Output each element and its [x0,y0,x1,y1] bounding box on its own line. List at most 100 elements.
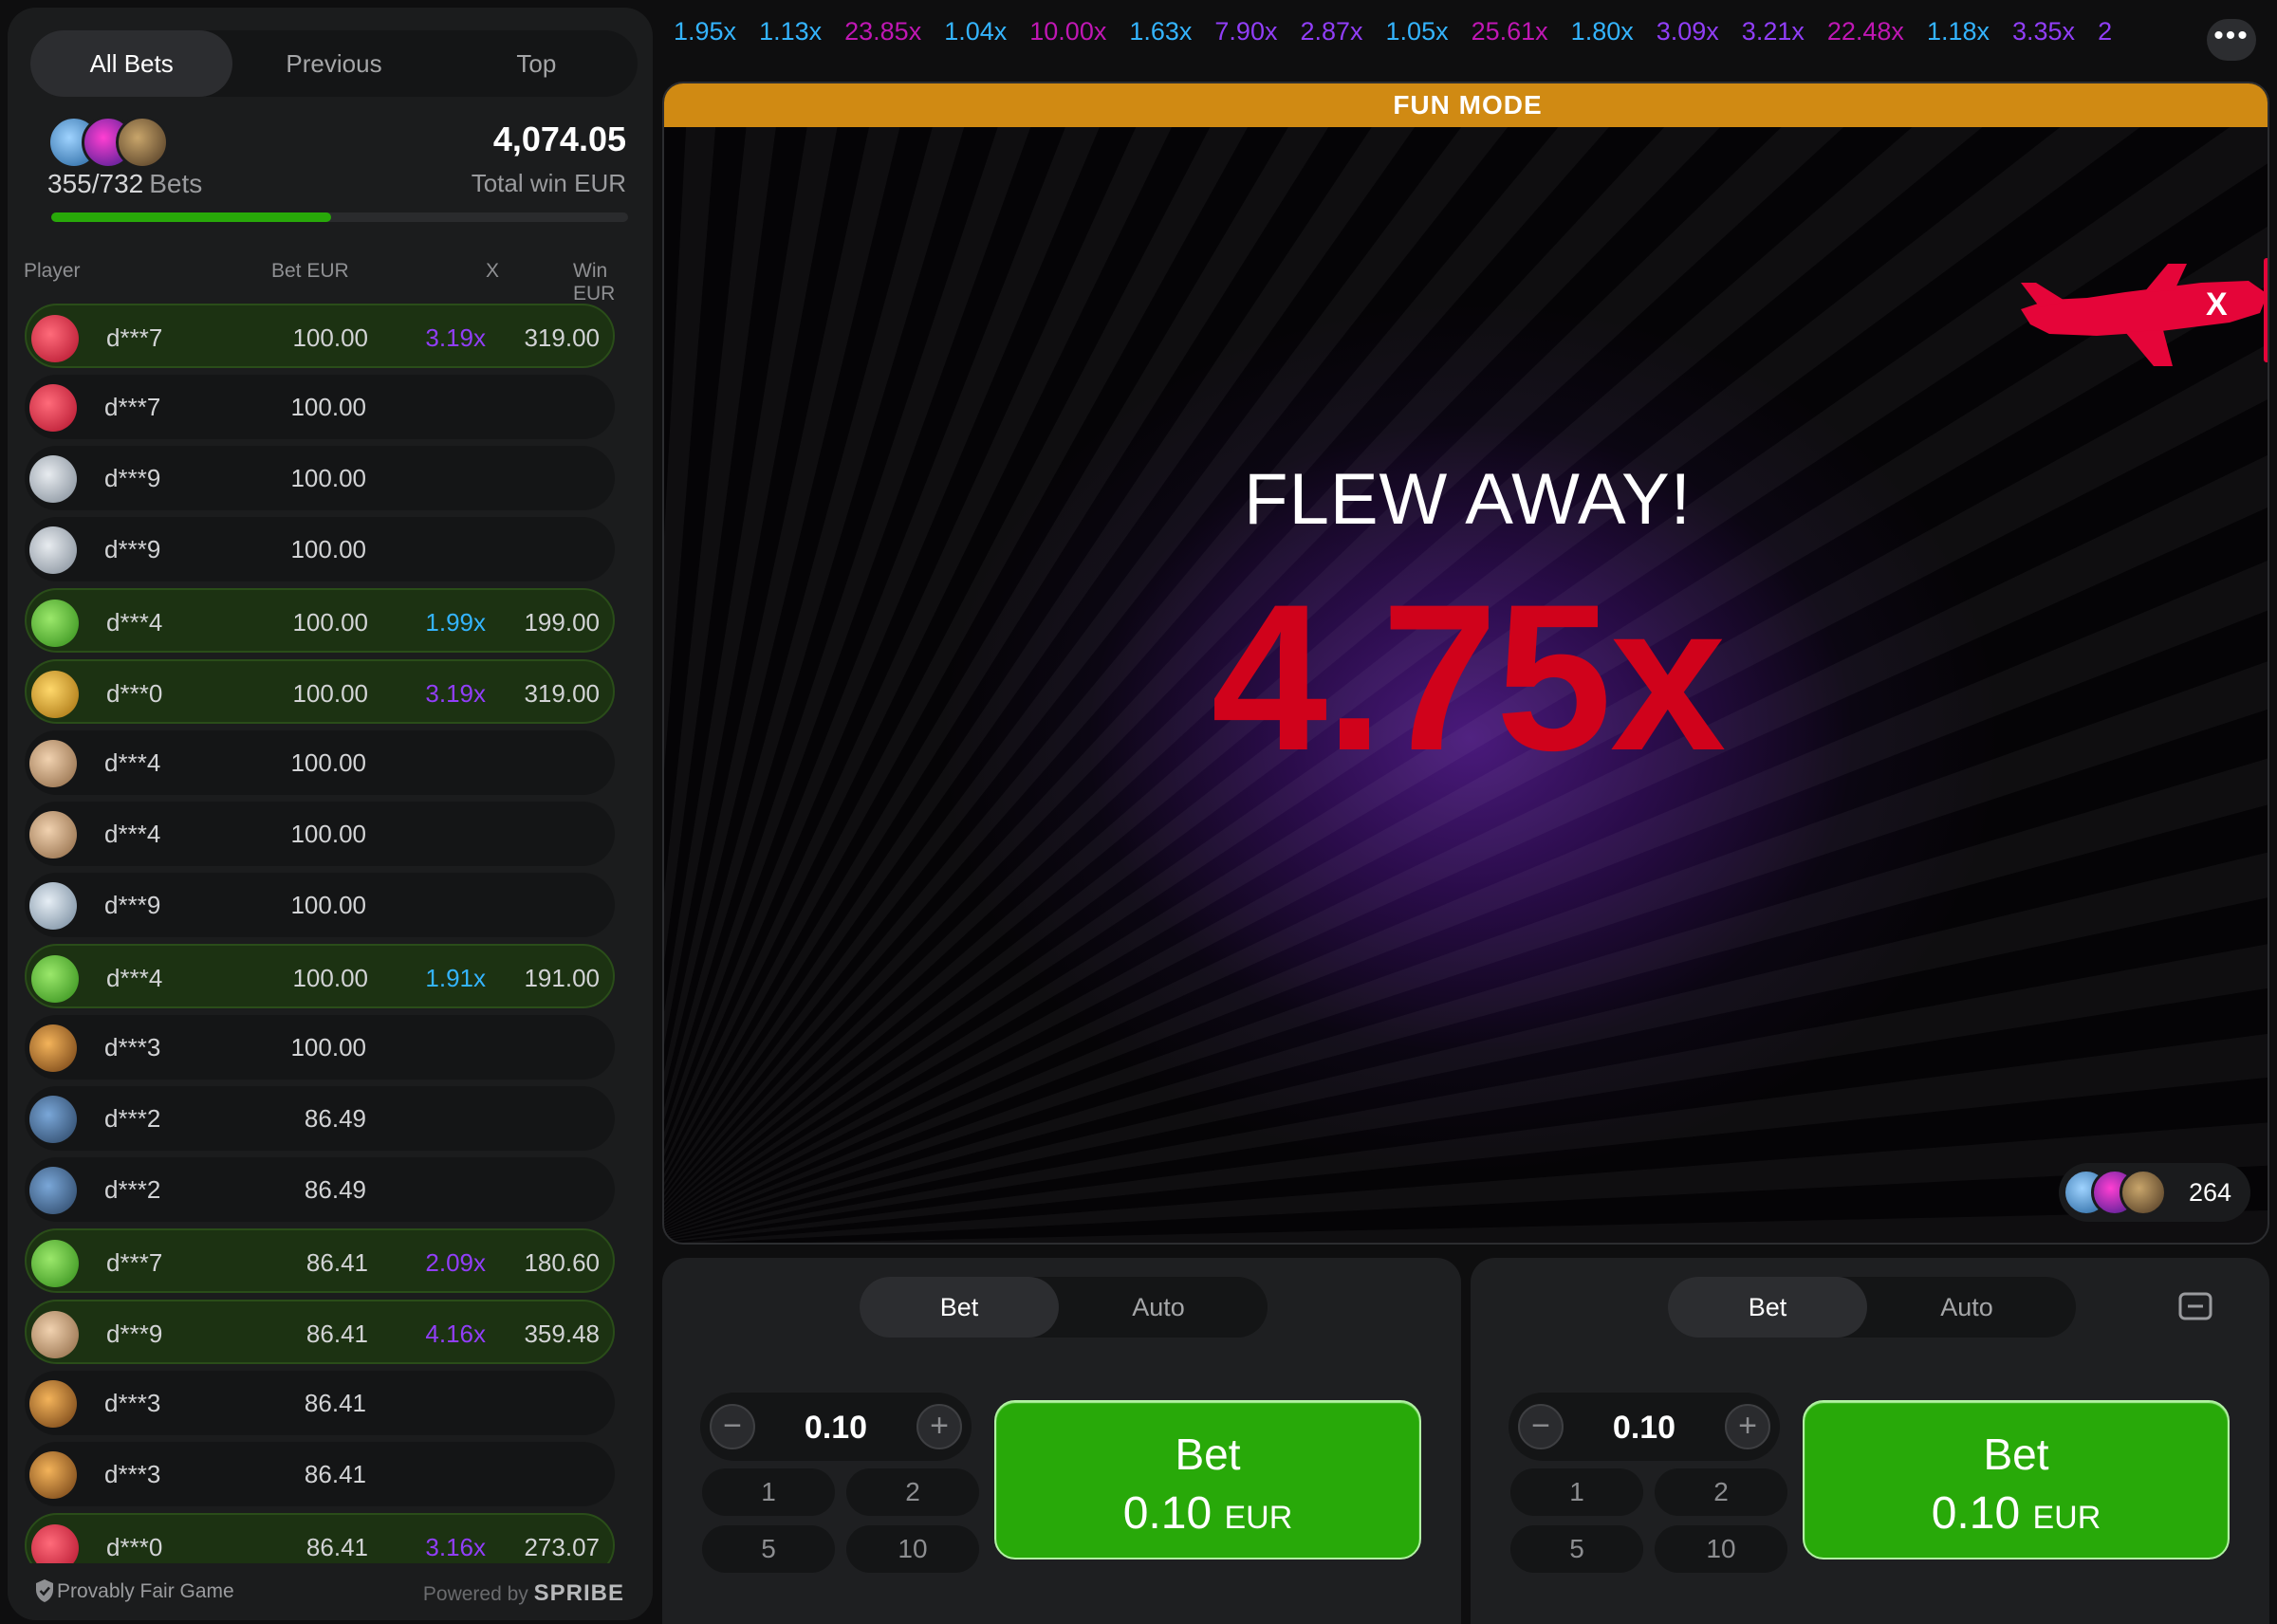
cashout-multiplier: 1.99x [425,608,486,637]
bet-amount: 86.41 [305,1533,368,1561]
spribe-logo: SPRIBE [533,1580,624,1606]
tab-auto[interactable]: Auto [1059,1277,1258,1338]
bets-table-header: Player Bet EUR X Win EUR [15,260,653,304]
player-name: d***7 [106,1248,163,1277]
quick-amount-10[interactable]: 10 [846,1525,979,1573]
bet-amount: 100.00 [290,535,366,563]
bet-amount: 100.00 [292,323,368,352]
history-multiplier[interactable]: 1.04x [944,17,1007,46]
bet-button-amount: 0.10 EUR [996,1487,1419,1540]
quick-amount-5[interactable]: 5 [702,1525,835,1573]
svg-text:X: X [2206,286,2228,323]
avatar [29,811,77,858]
bet-button-label: Bet [1983,1430,2049,1479]
quick-amount-1[interactable]: 1 [702,1468,835,1516]
history-multiplier[interactable]: 3.09x [1657,17,1719,46]
player-name: d***4 [104,820,161,848]
quick-amount-5[interactable]: 5 [1510,1525,1643,1573]
history-multiplier[interactable]: 25.61x [1472,17,1548,46]
tab-bet[interactable]: Bet [1668,1277,1867,1338]
tab-auto[interactable]: Auto [1867,1277,2066,1338]
cashout-multiplier: 2.09x [425,1248,486,1277]
bet-amount: 86.41 [304,1389,366,1417]
bets-count: 355/732 Bets [47,169,202,199]
bet-amount: 100.00 [292,964,368,992]
history-multiplier[interactable]: 1.13x [759,17,822,46]
player-name: d***9 [104,535,161,563]
avatar [31,315,79,362]
shield-icon [36,1579,53,1602]
win-amount: 319.00 [524,679,600,708]
player-name: d***9 [104,891,161,919]
tab-top[interactable]: Top [435,30,638,97]
history-multiplier[interactable]: 1.95x [674,17,736,46]
place-bet-button[interactable]: Bet 0.10 EUR [994,1400,1421,1559]
bet-amount: 86.49 [304,1175,366,1204]
place-bet-button[interactable]: Bet 0.10 EUR [1803,1400,2230,1559]
history-multiplier[interactable]: 2 [2098,17,2112,46]
bet-amount: 100.00 [290,820,366,848]
decrease-bet-button[interactable]: − [710,1404,755,1449]
bets-progress-bar [51,212,628,222]
online-count: 264 [2188,1178,2231,1207]
remove-panel-icon[interactable] [2173,1292,2218,1324]
bets-tabs: All Bets Previous Top [30,30,638,97]
win-amount: 319.00 [524,323,600,352]
quick-amount-1[interactable]: 1 [1510,1468,1643,1516]
tab-previous[interactable]: Previous [232,30,435,97]
table-row: d***2 86.49 [25,1157,615,1222]
player-name: d***0 [106,679,163,708]
avatar [29,740,77,787]
player-name: d***0 [106,1533,163,1561]
bet-amount: 86.41 [305,1320,368,1348]
table-row: d***3 86.41 [25,1371,615,1435]
history-multiplier[interactable]: 1.18x [1927,17,1990,46]
fun-mode-banner: FUN MODE [664,83,2268,127]
history-multiplier[interactable]: 3.35x [2012,17,2075,46]
history-multiplier[interactable]: 1.63x [1129,17,1192,46]
player-name: d***9 [106,1320,163,1348]
table-row: d***7 100.00 [25,375,615,439]
provably-fair-link[interactable]: Provably Fair Game [57,1580,234,1603]
history-multiplier[interactable]: 2.87x [1300,17,1362,46]
tab-bet[interactable]: Bet [860,1277,1059,1338]
bet-amount-input[interactable]: 0.10 [757,1410,915,1447]
history-multiplier[interactable]: 1.05x [1386,17,1449,46]
increase-bet-button[interactable]: + [916,1404,962,1449]
history-more-button[interactable]: ••• [2207,19,2256,61]
table-row: d***9 100.00 [25,873,615,937]
avatar [29,1380,77,1428]
table-row: d***4 100.00 1.99x 199.00 [25,588,615,653]
avatar [29,1167,77,1214]
bet-button-amount: 0.10 EUR [1805,1487,2228,1540]
bet-amount: 86.41 [305,1248,368,1277]
quick-amount-2[interactable]: 2 [1655,1468,1787,1516]
panel-footer: Provably Fair Game Powered by SPRIBE [8,1563,653,1620]
table-row: d***3 86.41 [25,1442,615,1506]
history-multiplier[interactable]: 22.48x [1827,17,1904,46]
quick-amount-2[interactable]: 2 [846,1468,979,1516]
bet-amount-input[interactable]: 0.10 [1565,1410,1723,1447]
table-row: d***4 100.00 [25,730,615,795]
history-multiplier[interactable]: 1.80x [1571,17,1634,46]
increase-bet-button[interactable]: + [1725,1404,1770,1449]
avatar [116,116,169,169]
bet-amount: 100.00 [290,748,366,777]
tab-all-bets[interactable]: All Bets [30,30,233,97]
history-multiplier[interactable]: 10.00x [1029,17,1106,46]
win-amount: 199.00 [524,608,600,637]
decrease-bet-button[interactable]: − [1518,1404,1564,1449]
history-multiplier[interactable]: 7.90x [1214,17,1277,46]
bets-list: d***7 100.00 3.19x 319.00 d***7 100.00 d***9 10… [25,304,617,1569]
player-name: d***7 [104,393,161,421]
avatar [2120,1169,2167,1216]
quick-amount-10[interactable]: 10 [1655,1525,1787,1573]
table-row: d***9 86.41 4.16x 359.48 [25,1300,615,1364]
avatar [31,1240,79,1287]
history-multiplier[interactable]: 23.85x [844,17,921,46]
bet-button-value: 0.10 [1931,1488,2021,1539]
history-multiplier[interactable]: 3.21x [1742,17,1805,46]
bet-amount: 100.00 [290,1033,366,1061]
player-name: d***3 [104,1033,161,1061]
crash-multiplier: 4.75x [1211,561,1727,794]
